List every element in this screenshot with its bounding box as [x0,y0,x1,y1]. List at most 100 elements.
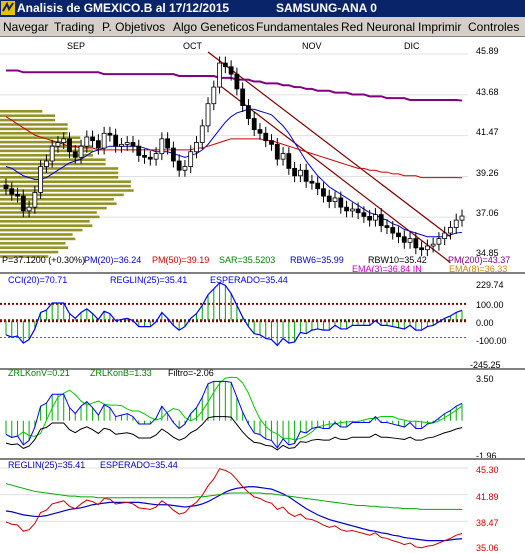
candle-body [67,138,72,153]
zrlkonb-line [5,376,463,441]
candle-body [321,188,326,197]
menu-algo-geneticos[interactable]: Algo Geneticos [173,20,254,34]
candle-body [188,151,194,167]
volume-profile-bar [0,237,76,241]
reg-tick-2: 41.89 [476,492,499,502]
candle-body [373,214,378,221]
menu-controles[interactable]: Controles [468,20,519,34]
candle-body [61,138,67,143]
candle-body [55,142,61,147]
candle-body [326,195,332,203]
candle-body [3,184,9,190]
candle-body [378,214,384,227]
candle-body [234,73,240,90]
cci-chart [0,282,468,347]
candle-body [20,195,26,212]
volume-profile-bar [0,114,55,117]
zrl-tick-1: 3.50 [476,374,494,384]
menu-trading[interactable]: Trading [54,20,94,34]
candle-body [332,197,338,203]
volume-profile-bar [0,184,131,188]
reglin-chart [0,467,468,549]
zrl-panel[interactable] [0,370,468,460]
candle-body [142,155,147,158]
price-tick-5: 37.06 [476,208,499,218]
window-title: Analisis de GMEXICO.B al 17/12/2015 [17,1,230,15]
candle-body [119,143,124,147]
candle-body [90,136,95,142]
candle-body [44,160,49,167]
volume-profile-bar [0,176,119,179]
candle-body [263,132,269,142]
candle-body [413,238,419,249]
trend-green-line [5,483,463,510]
candle-body [396,232,401,238]
candle-body [297,169,303,177]
volume-profile-bar [0,246,69,249]
candle-body [72,151,78,158]
filtro-line [5,416,463,451]
candle-body [222,62,228,68]
reg-tick-3: 38.47 [476,518,499,528]
menu-bar: Navegar Trading P. Objetivos Algo Geneti… [0,17,525,37]
candle-body [257,129,263,134]
volume-profile-bar [0,189,134,192]
candle-body [401,236,407,243]
volume-profile-bar [0,211,97,214]
info-rbw6: RBW6=35.99 [290,255,344,265]
candle-body [303,169,309,182]
candle-body [269,140,274,145]
cci-panel[interactable] [0,274,468,368]
candle-body [211,86,217,105]
candle-body [205,103,211,127]
app-logo-icon [1,1,15,15]
candle-body [170,147,176,162]
volume-profile-bar [0,162,106,166]
candle-body [176,160,182,171]
candle-body [251,118,257,130]
volume-profile-bar [0,220,90,223]
candle-body [9,188,15,195]
candle-body [419,247,424,251]
candle-body [26,206,32,212]
candle-body [130,142,136,147]
candle-body [240,88,246,106]
window-subtitle: SAMSUNG-ANA 0 [276,1,377,15]
candle-body [15,193,20,197]
menu-p-objetivos[interactable]: P. Objetivos [102,20,165,34]
reglin-panel-label: REGLIN(25)=35.41 [8,460,86,470]
esperado-label: ESPERADO=35.44 [210,275,288,285]
candle-body [147,156,153,160]
reg-tick-1: 45.30 [476,465,499,475]
candle-body [136,145,142,156]
volume-profile-bar [0,123,68,126]
price-tick-2: 43.68 [476,87,499,97]
candle-body [390,227,396,234]
menu-fundamentales[interactable]: Fundamentales [256,20,339,34]
candle-body [95,140,101,149]
menu-navegar[interactable]: Navegar [3,20,48,34]
price-tick-1: 45.89 [476,46,499,56]
candle-body [361,212,367,217]
candle-body [338,197,344,208]
candle-body [101,132,107,149]
volume-profile-bar [0,180,131,183]
reglin-panel[interactable] [0,460,468,552]
volume-profile-bar [0,233,73,236]
zrlkonv-label: ZRLKonV=0.21 [8,368,70,378]
candle-body [78,145,84,158]
candle-body [32,192,38,208]
candle-body [436,238,442,245]
price-chart-panel[interactable] [0,50,468,264]
cci-tick-2: 100.00 [476,300,504,310]
menu-red-neuronal[interactable]: Red Neuronal [341,20,415,34]
volume-profile-bar [0,250,59,254]
candle-body [159,138,165,154]
zrlkonb-label: ZRLKonB=1.33 [90,368,152,378]
menu-imprimir[interactable]: Imprimir [418,20,461,34]
candle-body [274,143,280,160]
filtro-label: Filtro=-2.06 [168,368,214,378]
volume-profile-bar [0,215,100,219]
volume-profile-bar [0,206,107,210]
volume-profile-bar [0,110,43,113]
